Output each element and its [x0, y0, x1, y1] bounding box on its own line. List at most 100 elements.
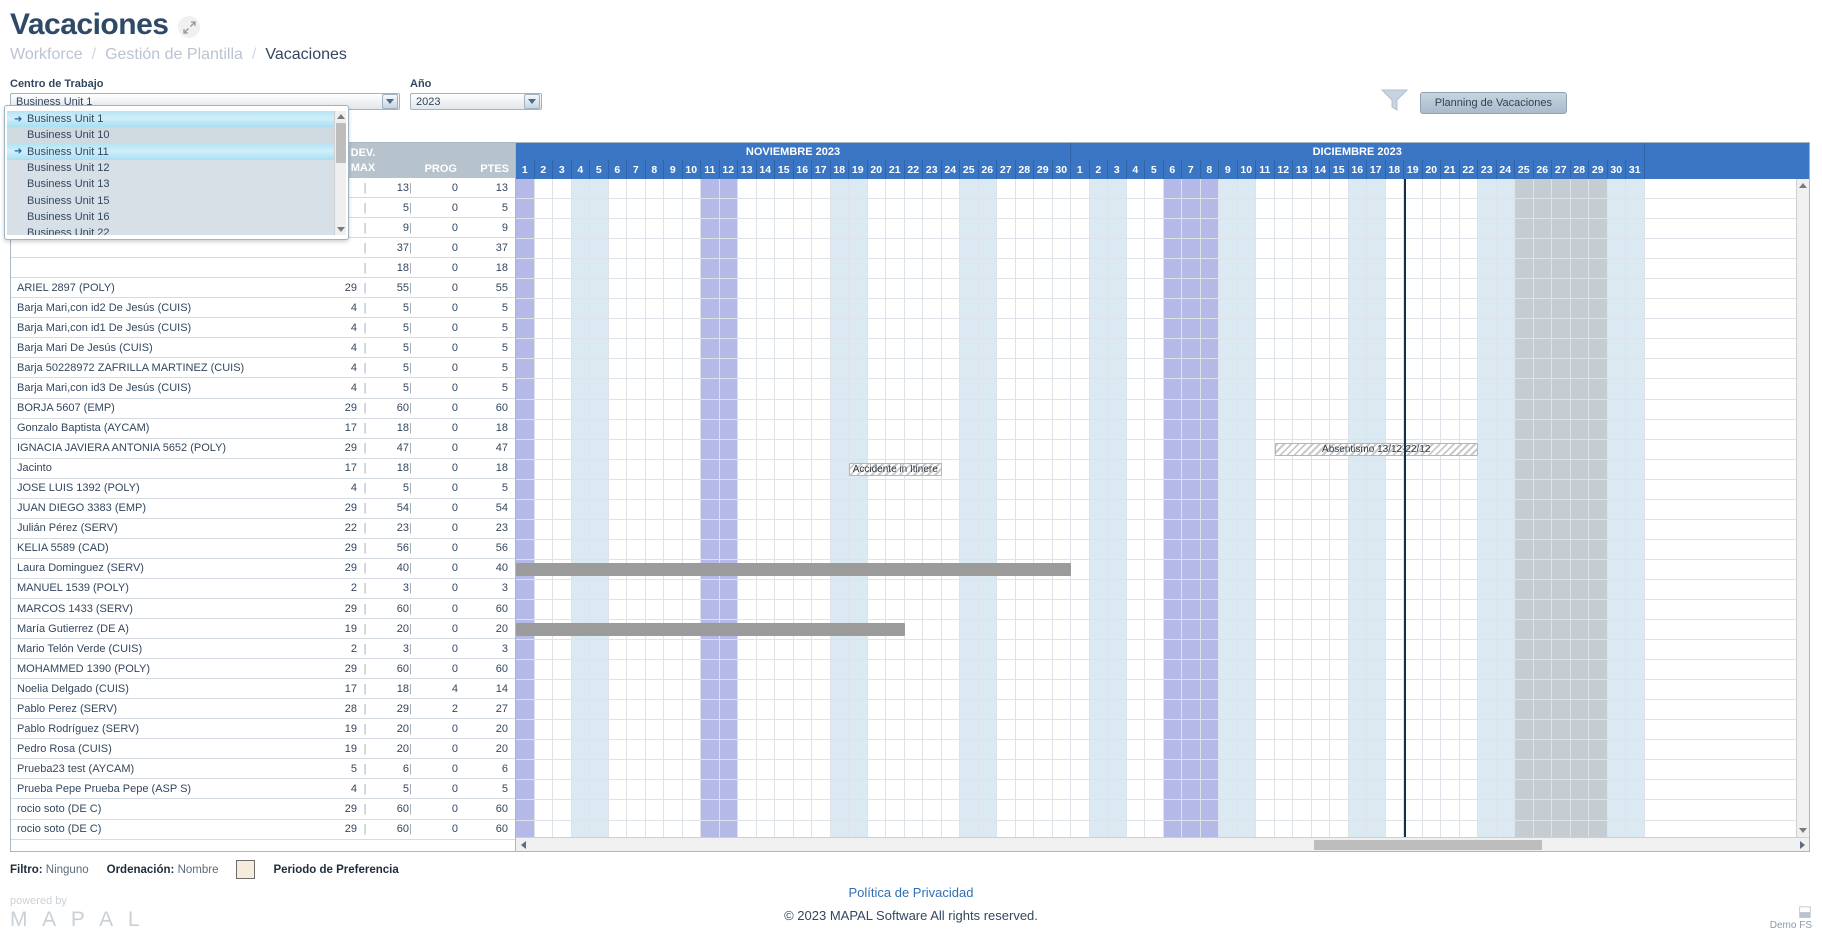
gantt-day-cell[interactable]: [1311, 579, 1330, 599]
gantt-day-cell[interactable]: [756, 519, 775, 539]
gantt-day-cell[interactable]: [941, 720, 960, 740]
gantt-day-cell[interactable]: [1293, 579, 1312, 599]
gantt-day-cell[interactable]: [516, 720, 535, 740]
gantt-day-cell[interactable]: [608, 760, 627, 780]
table-row[interactable]: MANUEL 1539 (POLY) 2 | 3 | 0 3: [11, 579, 515, 599]
gantt-day-cell[interactable]: [1348, 359, 1367, 379]
gantt-day-cell[interactable]: [1163, 359, 1182, 379]
gantt-day-cell[interactable]: [830, 479, 849, 499]
gantt-day-cell[interactable]: [1145, 800, 1164, 820]
gantt-day-cell[interactable]: [941, 479, 960, 499]
gantt-day-cell[interactable]: [1089, 259, 1108, 279]
gantt-day-cell[interactable]: [1200, 599, 1219, 620]
gantt-day-cell[interactable]: [1108, 800, 1127, 820]
gantt-day-cell[interactable]: [1515, 780, 1534, 800]
gantt-day-cell[interactable]: [1422, 299, 1441, 319]
gantt-day-cell[interactable]: [608, 439, 627, 459]
gantt-row[interactable]: [516, 279, 1809, 300]
gantt-day-cell[interactable]: [1348, 259, 1367, 279]
gantt-day-cell[interactable]: [886, 339, 905, 359]
gantt-day-cell[interactable]: [1163, 399, 1182, 419]
gantt-day-cell[interactable]: [1274, 239, 1293, 259]
table-row[interactable]: Pedro Rosa (CUIS) 19 | 20 | 0 20: [11, 739, 515, 760]
gantt-day-cell[interactable]: [1404, 740, 1423, 760]
gantt-day-cell[interactable]: [1126, 559, 1145, 579]
gantt-day-cell[interactable]: [775, 599, 794, 620]
gantt-day-cell[interactable]: [1626, 399, 1645, 419]
gantt-day-cell[interactable]: [812, 740, 831, 760]
gantt-day-cell[interactable]: [1330, 399, 1349, 419]
gantt-day-cell[interactable]: [1626, 479, 1645, 499]
gantt-day-cell[interactable]: [1256, 279, 1275, 299]
gantt-day-cell[interactable]: [1219, 740, 1238, 760]
gantt-day-cell[interactable]: [812, 359, 831, 379]
gantt-day-cell[interactable]: [997, 499, 1016, 519]
gantt-day-cell[interactable]: [1607, 319, 1626, 339]
gantt-day-cell[interactable]: [534, 780, 553, 800]
gantt-day-cell[interactable]: [682, 680, 701, 700]
gantt-day-cell[interactable]: [1367, 179, 1386, 199]
gantt-day-cell[interactable]: [1385, 299, 1404, 319]
gantt-day-cell[interactable]: [701, 760, 720, 780]
gantt-day-cell[interactable]: [1108, 339, 1127, 359]
gantt-day-cell[interactable]: [978, 780, 997, 800]
gantt-day-cell[interactable]: [1237, 680, 1256, 700]
gantt-day-cell[interactable]: [738, 800, 757, 820]
gantt-day-cell[interactable]: [1311, 339, 1330, 359]
dropdown-item[interactable]: Business Unit 12: [7, 159, 346, 177]
gantt-day-cell[interactable]: [682, 760, 701, 780]
gantt-day-cell[interactable]: [627, 339, 646, 359]
gantt-day-cell[interactable]: [1126, 459, 1145, 479]
gantt-day-cell[interactable]: [1496, 179, 1515, 199]
gantt-day-cell[interactable]: [849, 419, 868, 439]
gantt-day-cell[interactable]: [830, 299, 849, 319]
gantt-day-cell[interactable]: [1293, 359, 1312, 379]
gantt-day-cell[interactable]: [1552, 199, 1571, 219]
gantt-day-cell[interactable]: [1034, 700, 1053, 720]
gantt-day-cell[interactable]: [793, 459, 812, 479]
gantt-day-cell[interactable]: [664, 399, 683, 419]
gantt-day-cell[interactable]: [1607, 339, 1626, 359]
gantt-day-cell[interactable]: [1589, 579, 1608, 599]
gantt-day-cell[interactable]: [1367, 780, 1386, 800]
table-row[interactable]: Pablo Perez (SERV) 28 | 29 | 2 27: [11, 699, 515, 720]
gantt-day-cell[interactable]: [1126, 439, 1145, 459]
gantt-day-cell[interactable]: [830, 640, 849, 660]
gantt-day-cell[interactable]: [1126, 740, 1145, 760]
gantt-day-cell[interactable]: [904, 319, 923, 339]
gantt-day-cell[interactable]: [904, 299, 923, 319]
gantt-day-cell[interactable]: [608, 599, 627, 620]
gantt-day-cell[interactable]: [590, 760, 609, 780]
gantt-day-cell[interactable]: [1274, 539, 1293, 559]
gantt-day-cell[interactable]: [701, 780, 720, 800]
gantt-day-cell[interactable]: [775, 299, 794, 319]
gantt-day-cell[interactable]: [1515, 439, 1534, 459]
gantt-day-cell[interactable]: [516, 579, 535, 599]
gantt-day-cell[interactable]: [1163, 680, 1182, 700]
gantt-day-cell[interactable]: [516, 519, 535, 539]
gantt-day-cell[interactable]: [1293, 599, 1312, 620]
gantt-day-cell[interactable]: [1237, 519, 1256, 539]
gantt-day-cell[interactable]: [1589, 259, 1608, 279]
gantt-day-cell[interactable]: [1145, 599, 1164, 620]
gantt-day-cell[interactable]: [1626, 579, 1645, 599]
gantt-day-cell[interactable]: [1515, 379, 1534, 399]
gantt-day-cell[interactable]: [1330, 179, 1349, 199]
gantt-day-cell[interactable]: [1533, 339, 1552, 359]
gantt-day-cell[interactable]: [1219, 459, 1238, 479]
gantt-day-cell[interactable]: [1182, 760, 1201, 780]
gantt-day-cell[interactable]: [571, 519, 590, 539]
gantt-day-cell[interactable]: [1089, 479, 1108, 499]
gantt-day-cell[interactable]: [867, 419, 886, 439]
gantt-day-cell[interactable]: [1274, 359, 1293, 379]
gantt-day-cell[interactable]: [1237, 439, 1256, 459]
table-row[interactable]: ARIEL 2897 (POLY) 29 | 55 | 0 55: [11, 278, 515, 299]
gantt-day-cell[interactable]: [923, 279, 942, 299]
gantt-day-cell[interactable]: [941, 680, 960, 700]
gantt-day-cell[interactable]: [1034, 620, 1053, 640]
gantt-day-cell[interactable]: [1182, 640, 1201, 660]
gantt-day-cell[interactable]: [941, 760, 960, 780]
gantt-day-cell[interactable]: [534, 239, 553, 259]
gantt-day-cell[interactable]: [1515, 559, 1534, 579]
gantt-day-cell[interactable]: [867, 439, 886, 459]
